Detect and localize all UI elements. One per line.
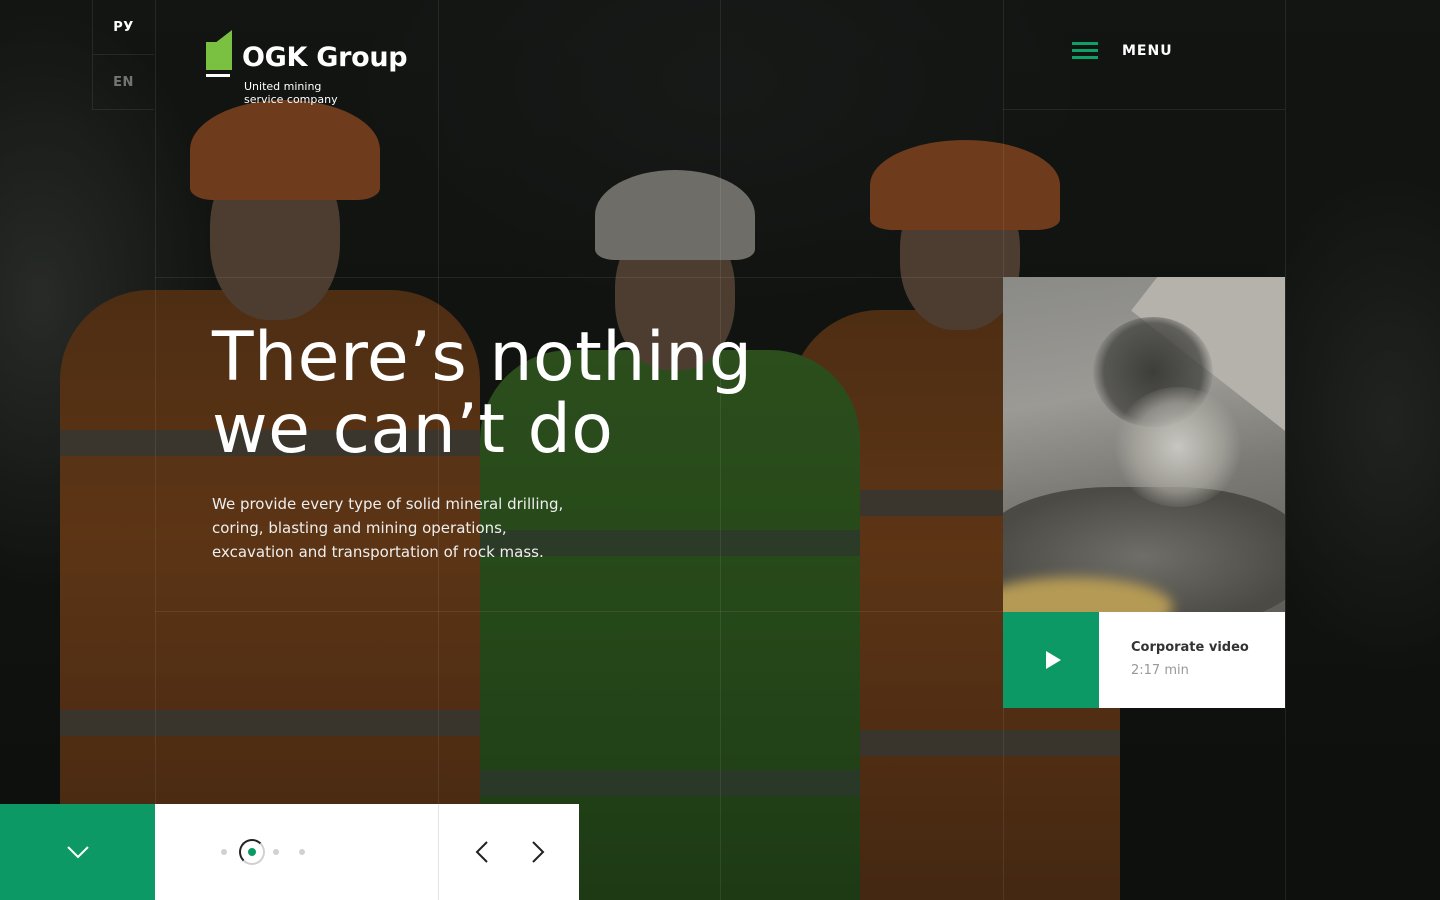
slider-dot-1[interactable]	[221, 849, 227, 855]
slider-arrows	[438, 804, 580, 900]
video-thumbnail[interactable]	[1003, 277, 1285, 612]
language-option-en[interactable]: EN	[92, 55, 154, 110]
chevron-left-icon	[475, 841, 488, 863]
slider-dots	[221, 804, 325, 900]
hero-title-line-2: we can’t do	[212, 390, 614, 469]
chevron-down-icon	[66, 846, 89, 859]
video-info-bar: Corporate video 2:17 min	[1003, 612, 1285, 708]
hamburger-icon	[1072, 42, 1098, 60]
prev-slide-button[interactable]	[472, 840, 492, 864]
slider-dot-2-active[interactable]	[239, 839, 265, 865]
slider-dot-4[interactable]	[299, 849, 305, 855]
logo-name: OGK Group	[242, 42, 408, 73]
video-title: Corporate video	[1131, 640, 1249, 655]
play-button[interactable]	[1003, 612, 1099, 708]
slider-pager	[155, 804, 579, 900]
menu-label: MENU	[1122, 43, 1173, 59]
corporate-video-card[interactable]: Corporate video 2:17 min	[1003, 277, 1285, 708]
logo-mark-icon	[206, 30, 232, 78]
logo-tagline: United mining service company	[244, 80, 338, 106]
slider-dot-3[interactable]	[273, 849, 279, 855]
language-option-ru[interactable]: РУ	[92, 0, 154, 55]
next-slide-button[interactable]	[528, 840, 548, 864]
video-duration: 2:17 min	[1131, 663, 1189, 678]
menu-button[interactable]: MENU	[1072, 42, 1173, 60]
chevron-right-icon	[531, 841, 544, 863]
company-logo[interactable]: OGK Group United mining service company	[206, 30, 408, 106]
play-icon	[1045, 651, 1061, 669]
hero-title-line-1: There’s nothing	[212, 318, 753, 397]
video-info: Corporate video 2:17 min	[1099, 612, 1249, 708]
hero-title: There’s nothing we can’t do	[212, 322, 832, 466]
hero-description: We provide every type of solid mineral d…	[212, 495, 564, 561]
language-switch: РУ EN	[92, 0, 154, 110]
scroll-down-button[interactable]	[0, 804, 155, 900]
